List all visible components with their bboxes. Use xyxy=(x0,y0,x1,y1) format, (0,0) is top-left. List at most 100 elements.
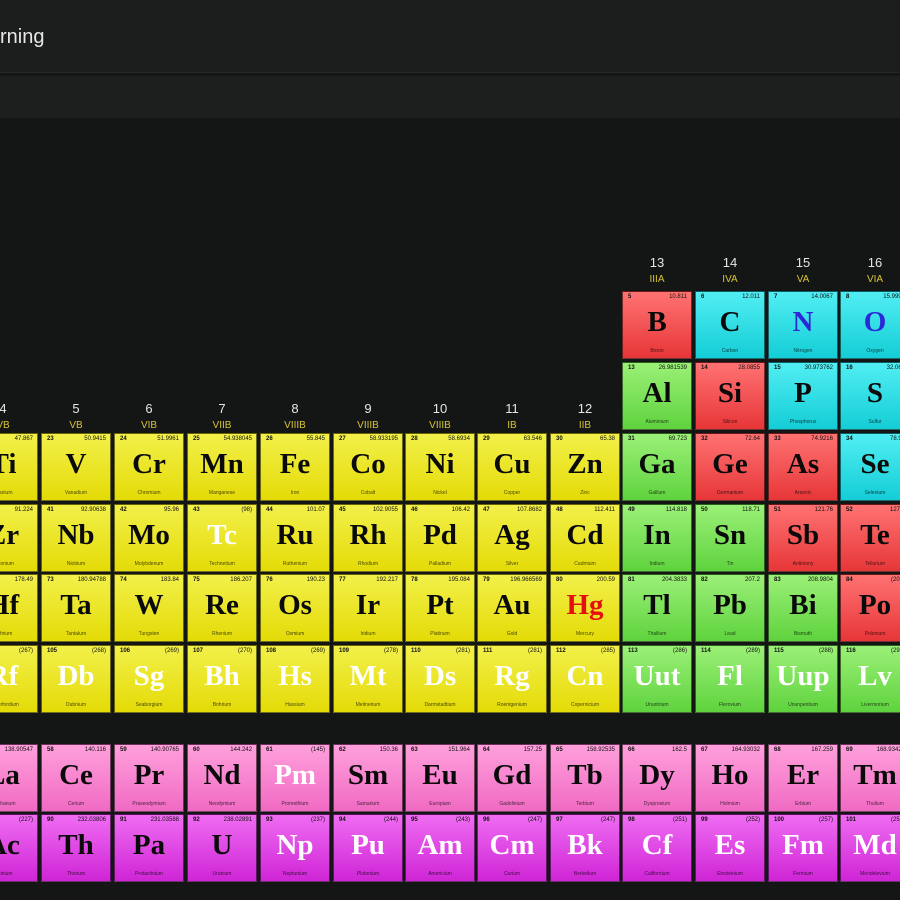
element-name: Tungsten xyxy=(138,631,160,637)
element-tile-fermium[interactable]: 100 (257) Fm Fermium xyxy=(768,814,838,882)
element-tile-lead[interactable]: 82 207.2 Pb Lead xyxy=(695,574,765,642)
element-tile-dysprosium[interactable]: 66 162.5 Dy Dysprosium xyxy=(622,744,692,812)
element-tile-californium[interactable]: 98 (251) Cf Californium xyxy=(622,814,692,882)
element-tile-thorium[interactable]: 90 232.03806 Th Thorium xyxy=(41,814,111,882)
element-tile-niobium[interactable]: 41 92.90638 Nb Niobium xyxy=(41,504,111,572)
element-tile-terbium[interactable]: 65 158.92535 Tb Terbium xyxy=(550,744,620,812)
element-tile-chromium[interactable]: 24 51.9961 Cr Chromium xyxy=(114,433,184,501)
element-tile-livermorium[interactable]: 116 (293) Lv Livermorium xyxy=(840,645,900,713)
element-tile-nickel[interactable]: 28 58.6934 Ni Nickel xyxy=(405,433,475,501)
element-tile-palladium[interactable]: 46 106.42 Pd Palladium xyxy=(405,504,475,572)
element-tile-europium[interactable]: 63 151.964 Eu Europium xyxy=(405,744,475,812)
element-tile-phosphorus[interactable]: 15 30.973762 P Phosphorus xyxy=(768,362,838,430)
element-tile-seaborgium[interactable]: 106 (269) Sg Seaborgium xyxy=(114,645,184,713)
element-tile-vanadium[interactable]: 23 50.9415 V Vanadium xyxy=(41,433,111,501)
element-tile-dubnium[interactable]: 105 (268) Db Dubnium xyxy=(41,645,111,713)
atomic-mass: 232.03806 xyxy=(77,817,106,823)
atomic-number: 50 xyxy=(701,507,708,513)
element-tile-curium[interactable]: 96 (247) Cm Curium xyxy=(477,814,547,882)
element-tile-iridium[interactable]: 77 192.217 Ir Iridium xyxy=(333,574,403,642)
element-tile-gold[interactable]: 79 196.966569 Au Gold xyxy=(477,574,547,642)
element-tile-hassium[interactable]: 108 (269) Hs Hassium xyxy=(260,645,330,713)
element-tile-thulium[interactable]: 69 168.93421 Tm Thulium xyxy=(840,744,900,812)
element-tile-thallium[interactable]: 81 204.3833 Tl Thallium xyxy=(622,574,692,642)
element-tile-antimony[interactable]: 51 121.76 Sb Antimony xyxy=(768,504,838,572)
group-roman-label: VB xyxy=(0,420,10,431)
element-tile-indium[interactable]: 49 114.818 In Indium xyxy=(622,504,692,572)
atomic-mass: 157.25 xyxy=(523,747,542,753)
element-tile-samarium[interactable]: 62 150.36 Sm Samarium xyxy=(333,744,403,812)
element-tile-iron[interactable]: 26 55.845 Fe Iron xyxy=(260,433,330,501)
element-tile-manganese[interactable]: 25 54.938045 Mn Manganese xyxy=(187,433,257,501)
element-tile-rhodium[interactable]: 45 102.9055 Rh Rhodium xyxy=(333,504,403,572)
element-tile-mendelevium[interactable]: 101 (258) Md Mendelevium xyxy=(840,814,900,882)
element-tile-polonium[interactable]: 84 (209) Po Polonium xyxy=(840,574,900,642)
element-tile-ununtrium[interactable]: 113 (286) Uut Ununtrium xyxy=(622,645,692,713)
element-tile-molybdenum[interactable]: 42 95.96 Mo Molybdenum xyxy=(114,504,184,572)
element-tile-tantalum[interactable]: 73 180.94788 Ta Tantalum xyxy=(41,574,111,642)
element-tile-nitrogen[interactable]: 7 14.0067 N Nitrogen xyxy=(768,291,838,359)
atomic-mass: (293) xyxy=(890,648,900,654)
element-tile-gadolinium[interactable]: 64 157.25 Gd Gadolinium xyxy=(477,744,547,812)
element-tile-cadmium[interactable]: 48 112.411 Cd Cadmium xyxy=(550,504,620,572)
element-tile-germanium[interactable]: 32 72.64 Ge Germanium xyxy=(695,433,765,501)
element-tile-ununpentium[interactable]: 115 (288) Uup Ununpentium xyxy=(768,645,838,713)
element-tile-selenium[interactable]: 34 78.96 Se Selenium xyxy=(840,433,900,501)
element-tile-meitnerium[interactable]: 109 (278) Mt Meitnerium xyxy=(333,645,403,713)
element-tile-bohrium[interactable]: 107 (270) Bh Bohrium xyxy=(187,645,257,713)
element-tile-titanium[interactable]: 2247.867TiTitanium xyxy=(0,433,38,501)
element-name: Hassium xyxy=(285,702,305,708)
element-symbol: Mn xyxy=(200,448,244,480)
element-tile-darmstadtium[interactable]: 110 (281) Ds Darmstadtium xyxy=(405,645,475,713)
element-tile-osmium[interactable]: 76 190.23 Os Osmium xyxy=(260,574,330,642)
atomic-mass: 158.92535 xyxy=(586,747,615,753)
element-name: Rhodium xyxy=(357,561,378,567)
element-tile-carbon[interactable]: 6 12.011 C Carbon xyxy=(695,291,765,359)
element-tile-aluminium[interactable]: 13 26.981539 Al Aluminium xyxy=(622,362,692,430)
element-tile-technetium[interactable]: 43 (98) Tc Technetium xyxy=(187,504,257,572)
element-tile-erbium[interactable]: 68 167.259 Er Erbium xyxy=(768,744,838,812)
element-tile-lanthanum[interactable]: 57138.90547LaLanthanum xyxy=(0,744,38,812)
element-tile-roentgenium[interactable]: 111 (281) Rg Roentgenium xyxy=(477,645,547,713)
element-tile-rutherfordium[interactable]: 104(267)RfRutherfordium xyxy=(0,645,38,713)
element-tile-tin[interactable]: 50 118.71 Sn Tin xyxy=(695,504,765,572)
element-tile-praseodymium[interactable]: 59 140.90765 Pr Praseodymium xyxy=(114,744,184,812)
element-tile-sulfur[interactable]: 16 32.065S Sulfur xyxy=(840,362,900,430)
element-symbol: Np xyxy=(276,829,314,861)
element-tile-ruthenium[interactable]: 44 101.07 Ru Ruthenium xyxy=(260,504,330,572)
atomic-number: 61 xyxy=(266,747,273,753)
element-tile-mercury[interactable]: 80 200.59 Hg Mercury xyxy=(550,574,620,642)
element-tile-flerovium[interactable]: 114 (289) Fl Flerovium xyxy=(695,645,765,713)
element-tile-plutonium[interactable]: 94 (244) Pu Plutonium xyxy=(333,814,403,882)
element-tile-holmium[interactable]: 67 164.93032 Ho Holmium xyxy=(695,744,765,812)
element-tile-neptunium[interactable]: 93 (237) Np Neptunium xyxy=(260,814,330,882)
element-tile-oxygen[interactable]: 8 15.9994 O Oxygen xyxy=(840,291,900,359)
element-tile-tellurium[interactable]: 52 127.6 Te Tellurium xyxy=(840,504,900,572)
element-tile-zirconium[interactable]: 4091.224ZrZirconium xyxy=(0,504,38,572)
element-tile-americium[interactable]: 95 (243) Am Americium xyxy=(405,814,475,882)
element-tile-zinc[interactable]: 30 65.38 Zn Zinc xyxy=(550,433,620,501)
element-tile-neodymium[interactable]: 60 144.242 Nd Neodymium xyxy=(187,744,257,812)
element-tile-hafnium[interactable]: 72178.49HfHafnium xyxy=(0,574,38,642)
element-tile-silver[interactable]: 47 107.8682 Ag Silver xyxy=(477,504,547,572)
element-tile-uranium[interactable]: 92 238.02891 U Uranium xyxy=(187,814,257,882)
element-tile-rhenium[interactable]: 75 186.207 Re Rhenium xyxy=(187,574,257,642)
element-tile-einsteinium[interactable]: 99 (252) Es Einsteinium xyxy=(695,814,765,882)
element-tile-boron[interactable]: 5 10.811 B Boron xyxy=(622,291,692,359)
element-name: Livermorium xyxy=(861,702,889,708)
element-tile-berkelium[interactable]: 97 (247) Bk Berkelium xyxy=(550,814,620,882)
element-tile-bismuth[interactable]: 83 208.9804 Bi Bismuth xyxy=(768,574,838,642)
element-tile-copper[interactable]: 29 63.546 Cu Copper xyxy=(477,433,547,501)
element-tile-actinium[interactable]: 89(227)AcActinium xyxy=(0,814,38,882)
element-tile-copernicium[interactable]: 112 (285) Cn Copernicium xyxy=(550,645,620,713)
element-symbol: S xyxy=(866,377,884,409)
element-tile-cobalt[interactable]: 27 58.933195 Co Cobalt xyxy=(333,433,403,501)
element-tile-gallium[interactable]: 31 69.723 Ga Gallium xyxy=(622,433,692,501)
element-tile-promethium[interactable]: 61 (145) Pm Promethium xyxy=(260,744,330,812)
element-tile-protactinium[interactable]: 91 231.03588 Pa Protactinium xyxy=(114,814,184,882)
element-tile-arsenic[interactable]: 33 74.9216 As Arsenic xyxy=(768,433,838,501)
element-tile-silicon[interactable]: 14 28.0855 Si Silicon xyxy=(695,362,765,430)
element-tile-platinum[interactable]: 78 195.084 Pt Platinum xyxy=(405,574,475,642)
element-tile-cerium[interactable]: 58 140.116 Ce Cerium xyxy=(41,744,111,812)
element-tile-tungsten[interactable]: 74 183.84 W Tungsten xyxy=(114,574,184,642)
